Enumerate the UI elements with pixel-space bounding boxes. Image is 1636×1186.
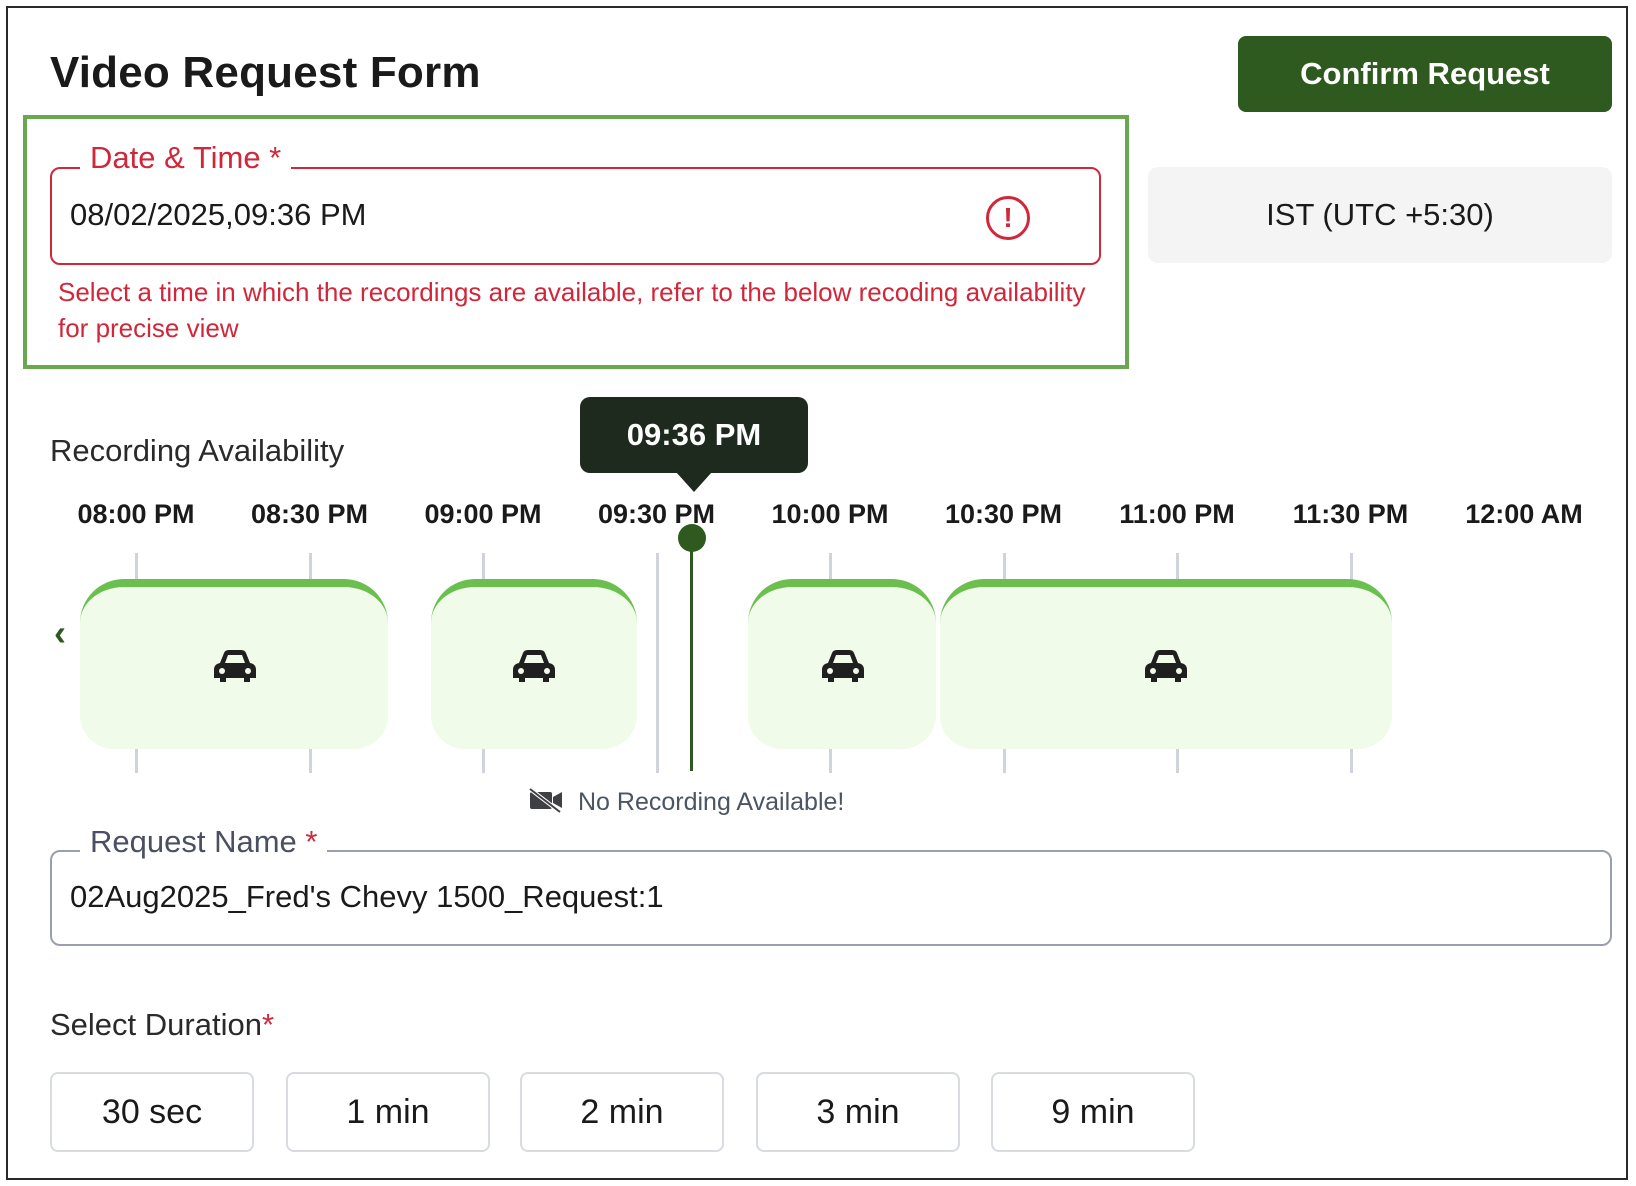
car-icon (513, 650, 555, 682)
timeline-tick-label: 10:00 PM (771, 499, 889, 529)
timeline-tick-label: 10:30 PM (944, 499, 1063, 529)
duration-option-2-min[interactable]: 2 min (520, 1072, 724, 1152)
request-name-value[interactable]: 02Aug2025_Fred's Chevy 1500_Request:1 (70, 879, 664, 915)
car-icon (214, 650, 256, 682)
video-off-icon (528, 787, 562, 813)
timezone-display: IST (UTC +5:30) (1148, 167, 1612, 263)
time-cursor-line[interactable] (690, 537, 693, 771)
confirm-request-button[interactable]: Confirm Request (1238, 36, 1612, 112)
duration-option-3-min[interactable]: 3 min (756, 1072, 960, 1152)
duration-option-9-min[interactable]: 9 min (991, 1072, 1195, 1152)
datetime-value[interactable]: 08/02/2025,09:36 PM (70, 197, 366, 233)
select-duration-label: Select Duration* (50, 1007, 275, 1042)
recording-availability-label: Recording Availability (50, 433, 345, 468)
timeline-tick-label: 12:00 AM (1465, 499, 1583, 529)
chevron-left-icon[interactable]: ‹ (54, 612, 66, 654)
timeline-tick-label: 11:00 PM (1119, 499, 1235, 529)
tooltip-arrow (676, 472, 712, 492)
time-cursor-tooltip: 09:36 PM (580, 397, 808, 473)
datetime-error-message: Select a time in which the recordings ar… (58, 277, 1086, 343)
page-title: Video Request Form (50, 48, 481, 97)
timeline-tick-label: 08:30 PM (250, 499, 369, 529)
duration-option-30-sec[interactable]: 30 sec (50, 1072, 254, 1152)
timeline-tick-label: 08:00 PM (77, 499, 195, 529)
duration-option-1-min[interactable]: 1 min (286, 1072, 490, 1152)
required-asterisk: * (261, 1007, 275, 1042)
no-recording-message: No Recording Available! (578, 788, 845, 816)
datetime-label: Date & Time * (80, 140, 292, 176)
timeline-tick-line (655, 553, 659, 773)
time-cursor-handle[interactable] (678, 524, 706, 552)
exclamation-circle-icon: ! (986, 196, 1030, 240)
car-icon (822, 650, 864, 682)
request-name-label: Request Name * (80, 824, 328, 860)
car-icon (1145, 650, 1187, 682)
timeline-tick-label: 11:30 PM (1292, 499, 1409, 529)
timeline-tick-label: 09:00 PM (424, 499, 542, 529)
required-asterisk: * (305, 824, 318, 859)
